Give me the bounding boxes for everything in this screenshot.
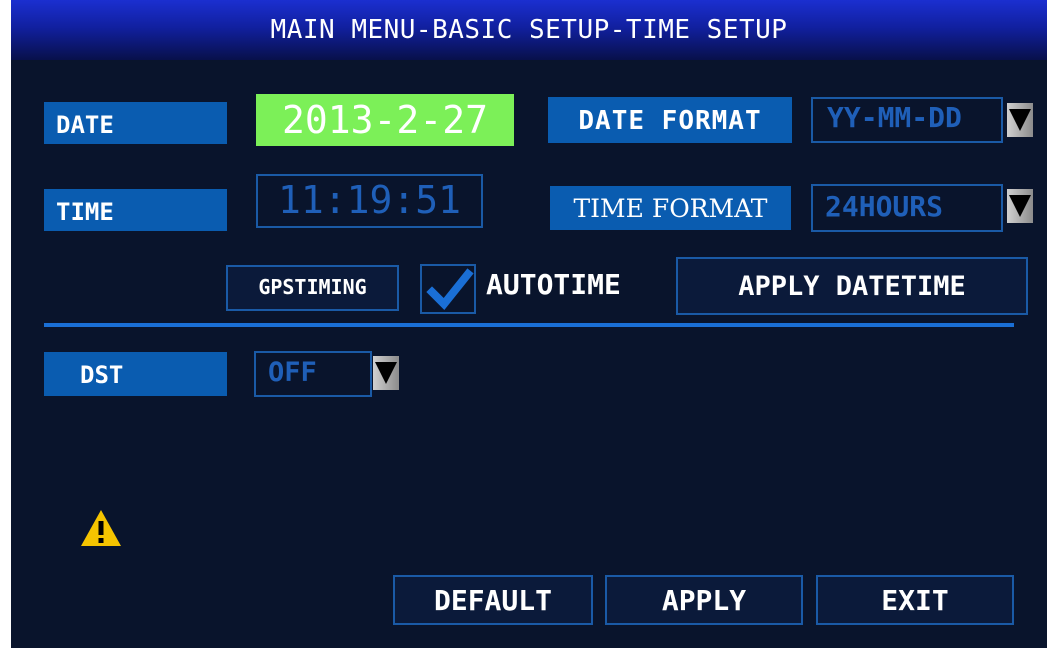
date-format-value: YY-MM-DD (827, 101, 962, 134)
date-format-dropdown-arrow-icon[interactable] (1007, 103, 1033, 137)
apply-datetime-button[interactable]: APPLY DATETIME (676, 257, 1028, 315)
time-format-label: TIME FORMAT (550, 186, 791, 230)
autotime-checkbox[interactable] (420, 264, 476, 314)
date-value: 2013-2-27 (282, 98, 488, 142)
date-format-dropdown[interactable]: YY-MM-DD (811, 97, 1003, 143)
exit-button[interactable]: EXIT (816, 575, 1014, 625)
time-format-dropdown-arrow-icon[interactable] (1007, 189, 1033, 223)
default-button[interactable]: DEFAULT (393, 575, 593, 625)
time-label: TIME (44, 189, 227, 231)
section-divider (44, 323, 1014, 327)
time-format-value: 24HOURS (825, 190, 944, 223)
apply-button[interactable]: APPLY (605, 575, 803, 625)
autotime-label: AUTOTIME (486, 268, 621, 301)
warning-icon (81, 510, 121, 546)
date-label: DATE (44, 102, 227, 144)
time-setup-screen: MAIN MENU-BASIC SETUP-TIME SETUP DATE 20… (11, 0, 1047, 648)
time-value: 11:19:51 (277, 178, 462, 222)
time-format-dropdown[interactable]: 24HOURS (811, 184, 1003, 232)
date-format-label: DATE FORMAT (548, 97, 792, 143)
checkmark-icon (426, 268, 474, 310)
dst-dropdown[interactable]: OFF (254, 351, 372, 397)
date-field[interactable]: 2013-2-27 (256, 94, 514, 146)
dst-dropdown-arrow-icon[interactable] (373, 356, 399, 390)
dst-value: OFF (268, 357, 317, 388)
page-title: MAIN MENU-BASIC SETUP-TIME SETUP (11, 0, 1047, 60)
dst-label: DST (44, 352, 227, 396)
gps-timing-button[interactable]: GPSTIMING (226, 265, 399, 311)
time-field[interactable]: 11:19:51 (256, 174, 483, 228)
